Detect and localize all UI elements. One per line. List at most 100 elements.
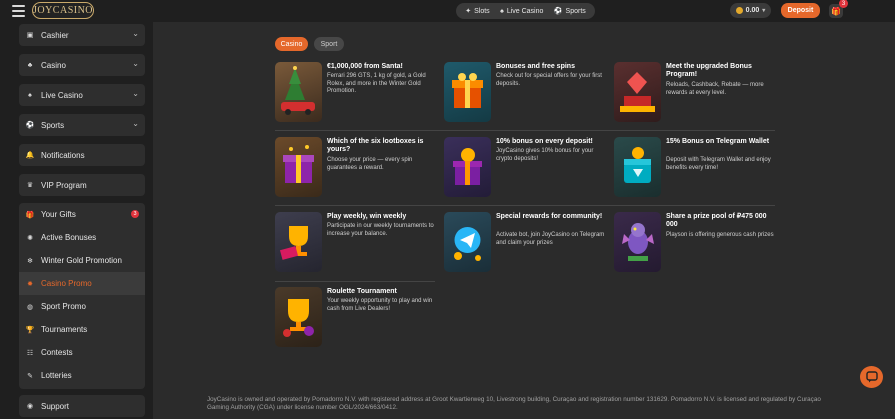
deposit-button[interactable]: Deposit	[781, 3, 820, 18]
bell-icon: 🔔	[25, 152, 35, 159]
tab-sport[interactable]: Sport	[314, 37, 344, 51]
nav-sports[interactable]: ⚽ Sports	[553, 7, 586, 16]
gifts-count-badge: 3	[131, 210, 139, 218]
sidebar-item-lotteries[interactable]: ✎ Lotteries	[19, 364, 145, 387]
promo-image-gift-box	[444, 62, 491, 122]
promo-title: Bonuses and free spins	[496, 63, 575, 70]
sidebar-item-your-gifts[interactable]: 🎁 Your Gifts 3	[19, 203, 145, 226]
sidebar-item-sports[interactable]: ⚽ Sports ⌄	[19, 114, 145, 136]
wallet-icon: ▣	[26, 32, 34, 39]
promo-card-santa[interactable]: €1,000,000 from Santa! Ferrari 296 GTS, …	[275, 62, 435, 127]
promo-card-10-percent[interactable]: 10% bonus on every deposit! JoyCasino gi…	[444, 137, 604, 202]
promo-title: Roulette Tournament	[327, 288, 397, 295]
promo-card-prize-pool[interactable]: Share a prize pool of ₽475 000 000 Plays…	[614, 212, 774, 277]
promo-description: Activate bot, join JoyCasino on Telegram…	[496, 232, 605, 246]
gift-icon: 🎁	[831, 6, 841, 16]
trophy-icon: 🏆	[25, 326, 35, 334]
sidebar-item-active-bonuses[interactable]: ✺ Active Bonuses	[19, 226, 145, 249]
gift-count-badge: 3	[839, 0, 848, 8]
promo-image-telegram	[444, 212, 491, 272]
promo-image-lootbox	[275, 137, 322, 197]
promo-card-bonus-program[interactable]: Meet the upgraded Bonus Program! Reloads…	[614, 62, 774, 127]
promo-description: JoyCasino gives 10% bonus for your crypt…	[496, 148, 594, 162]
sidebar: ▣ Cashier ⌄ ♣ Casino ⌄ ♠ Live Casino ⌄ ⚽…	[0, 22, 153, 419]
sidebar-item-label: Your Gifts	[41, 210, 76, 219]
promo-title: 15% Bonus on Telegram Wallet	[666, 138, 770, 145]
promo-card-community[interactable]: Special rewards for community! Activate …	[444, 212, 604, 277]
chevron-down-icon: ⌄	[132, 89, 139, 98]
nav-sports-label: Sports	[565, 7, 586, 15]
sidebar-item-label: Lotteries	[41, 371, 72, 380]
promo-title: Share a prize pool of ₽475 000 000	[666, 213, 767, 228]
promo-description: Reloads, Cashback, Rebate — more rewards…	[666, 82, 764, 96]
promo-description: Your weekly opportunity to play and win …	[327, 298, 433, 312]
sidebar-item-tournaments[interactable]: 🏆 Tournaments	[19, 318, 145, 341]
hamburger-menu-icon[interactable]	[12, 5, 25, 17]
sidebar-item-label: Contests	[41, 348, 73, 357]
promo-title: Play weekly, win weekly	[327, 213, 407, 220]
live-casino-icon: ♠	[28, 91, 32, 99]
chevron-down-icon: ⌄	[132, 29, 139, 38]
sidebar-item-label: Notifications	[41, 150, 85, 160]
promo-card-lootbox[interactable]: Which of the six lootboxes is yours? Cho…	[275, 137, 435, 202]
row-divider	[275, 281, 435, 282]
sidebar-item-label: VIP Program	[41, 180, 87, 190]
support-icon: ◉	[26, 403, 34, 410]
promo-title: Which of the six lootboxes is yours?	[327, 138, 424, 153]
contests-icon: ☷	[26, 349, 34, 357]
sidebar-item-winter-gold[interactable]: ❄ Winter Gold Promotion	[19, 249, 145, 272]
sidebar-item-contests[interactable]: ☷ Contests	[19, 341, 145, 364]
joycasino-logo[interactable]: JOYCASINO	[32, 2, 94, 19]
promo-card-roulette[interactable]: Roulette Tournament Your weekly opportun…	[275, 287, 435, 352]
top-nav: ✦ Slots ♠ Live Casino ⚽ Sports	[456, 3, 595, 19]
balance-dropdown[interactable]: 0.00 ▾	[730, 3, 771, 18]
sidebar-item-support[interactable]: ◉ Support	[19, 395, 145, 417]
promo-card-weekly[interactable]: Play weekly, win weekly Participate in o…	[275, 212, 435, 277]
casino-promo-icon: ✸	[27, 280, 33, 288]
promo-card-telegram-wallet[interactable]: 15% Bonus on Telegram Wallet Deposit wit…	[614, 137, 774, 202]
bonus-icon: ✺	[27, 234, 33, 242]
nav-live-casino[interactable]: ♠ Live Casino	[500, 8, 543, 15]
sidebar-item-notifications[interactable]: 🔔 Notifications	[19, 144, 145, 166]
chevron-down-icon: ▾	[762, 8, 766, 14]
snowflake-icon: ❄	[27, 257, 33, 265]
tab-casino[interactable]: Casino	[275, 37, 308, 51]
chat-bubble-icon	[865, 371, 878, 383]
casino-icon: ♣	[27, 61, 33, 69]
promo-image-trophy-ticket	[275, 212, 322, 272]
sidebar-item-label: Support	[41, 401, 70, 411]
live-chat-button[interactable]	[860, 366, 883, 388]
legal-footer: JoyCasino is owned and operated by Pomad…	[207, 396, 821, 411]
live-casino-icon: ♠	[500, 7, 504, 15]
promo-description: Playson is offering generous cash prizes	[666, 232, 774, 238]
sidebar-item-casino[interactable]: ♣ Casino ⌄	[19, 54, 145, 76]
promo-description: Participate in our weekly tournaments to…	[327, 223, 434, 237]
sidebar-item-label: Tournaments	[41, 325, 88, 334]
chevron-down-icon: ⌄	[132, 59, 139, 68]
chevron-down-icon: ⌄	[132, 119, 139, 128]
promo-card-bonuses[interactable]: Bonuses and free spins Check out for spe…	[444, 62, 604, 127]
sport-promo-icon: ◍	[26, 303, 34, 311]
promo-description: Deposit with Telegram Wallet and enjoy b…	[666, 157, 771, 171]
sidebar-item-live-casino[interactable]: ♠ Live Casino ⌄	[19, 84, 145, 106]
promo-image-coin-box	[444, 137, 491, 197]
sports-icon: ⚽	[553, 8, 563, 15]
nav-slots[interactable]: ✦ Slots	[465, 7, 489, 16]
soccer-ball-icon: ⚽	[25, 122, 35, 129]
promo-image-santa-car	[275, 62, 322, 122]
promo-image-dragon	[614, 212, 661, 272]
promo-image-diamond-podium	[614, 62, 661, 122]
sidebar-item-label: Sports	[41, 120, 65, 130]
sidebar-item-label: Casino	[41, 60, 66, 70]
sidebar-item-vip[interactable]: ♛ VIP Program	[19, 174, 145, 196]
promo-description: Choose your price — every spin guarantee…	[327, 157, 413, 171]
sidebar-item-label: Cashier	[41, 30, 69, 40]
sidebar-promo-group: 🎁 Your Gifts 3 ✺ Active Bonuses ❄ Winter…	[19, 203, 145, 389]
sidebar-item-sport-promo[interactable]: ◍ Sport Promo	[19, 295, 145, 318]
slots-icon: ✦	[465, 8, 472, 15]
sidebar-item-casino-promo[interactable]: ✸ Casino Promo	[19, 272, 145, 295]
sidebar-item-label: Casino Promo	[41, 279, 92, 288]
promo-title: €1,000,000 from Santa!	[327, 63, 403, 70]
sidebar-item-cashier[interactable]: ▣ Cashier ⌄	[19, 24, 145, 46]
sidebar-item-label: Sport Promo	[41, 302, 86, 311]
